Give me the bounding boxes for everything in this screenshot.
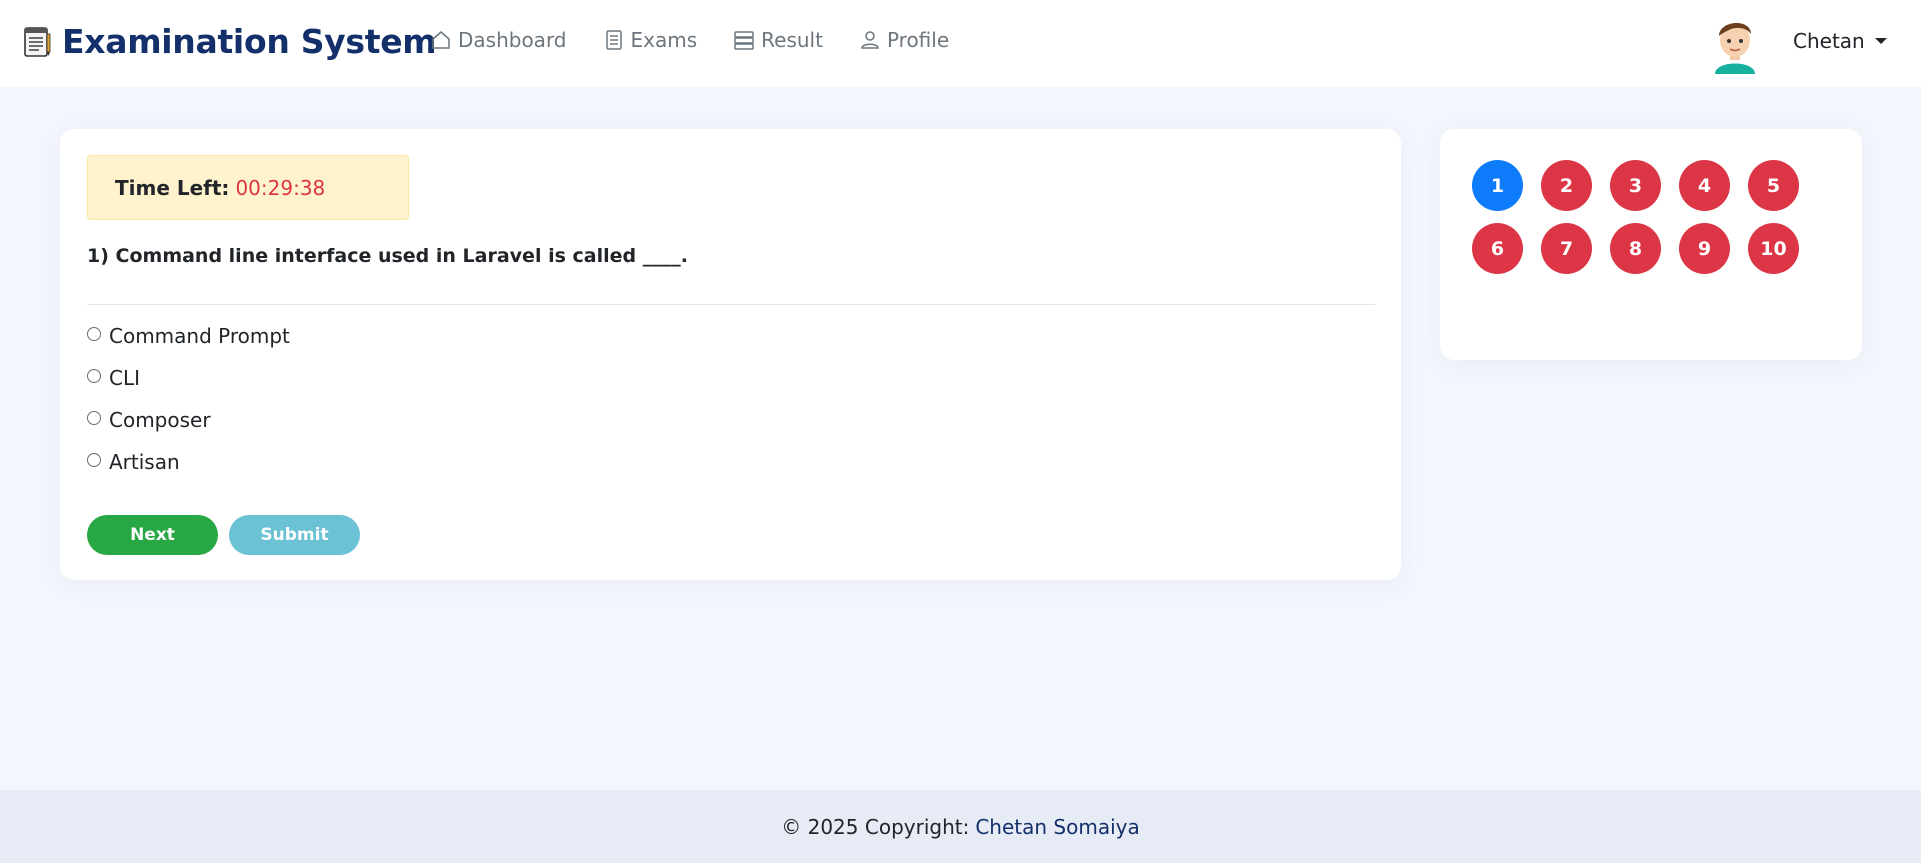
divider <box>87 304 1375 305</box>
user-dropdown[interactable]: Chetan <box>1793 29 1887 53</box>
option-command-prompt[interactable]: Command Prompt <box>87 315 290 357</box>
nav-item-profile[interactable]: Profile <box>859 28 949 52</box>
copyright-text: © 2025 Copyright: <box>781 814 970 839</box>
nav-item-label: Result <box>761 28 823 52</box>
nav-item-exams[interactable]: Exams <box>603 28 698 52</box>
question-number-button[interactable]: 3 <box>1610 160 1661 211</box>
nav-item-label: Profile <box>886 28 950 52</box>
option-label: CLI <box>109 366 141 390</box>
question-number-button[interactable]: 5 <box>1748 160 1799 211</box>
question-number-button[interactable]: 7 <box>1541 223 1592 274</box>
radio-button[interactable] <box>87 453 101 467</box>
question-number-button[interactable]: 1 <box>1472 160 1523 211</box>
brand-title: Examination System <box>62 22 437 61</box>
option-artisan[interactable]: Artisan <box>87 441 290 483</box>
top-navbar: Examination System Dashboard Exams Resul… <box>0 0 1921 87</box>
option-label: Command Prompt <box>109 324 290 348</box>
radio-button[interactable] <box>87 411 101 425</box>
answer-options: Command Prompt CLI Composer Artisan <box>87 315 290 483</box>
avatar[interactable] <box>1707 12 1763 74</box>
option-label: Composer <box>109 408 211 432</box>
question-navigator: 1 2 3 4 5 6 7 8 9 10 <box>1440 129 1862 360</box>
exam-notebook-icon <box>24 26 51 57</box>
question-card: Time Left: 00:29:38 1) Command line inte… <box>60 129 1401 580</box>
submit-button[interactable]: Submit <box>229 515 360 555</box>
document-list-icon <box>605 30 622 50</box>
timer-label: Time Left: <box>115 175 230 200</box>
user-name: Chetan <box>1793 29 1865 53</box>
caret-down-icon <box>1874 38 1887 44</box>
question-number-grid: 1 2 3 4 5 6 7 8 9 10 <box>1472 160 1799 274</box>
option-composer[interactable]: Composer <box>87 399 290 441</box>
nav-links: Dashboard Exams Result Profile <box>430 28 985 52</box>
question-number-button[interactable]: 8 <box>1610 223 1661 274</box>
brand[interactable]: Examination System <box>22 22 437 61</box>
timer-value: 00:29:38 <box>235 175 326 200</box>
footer: © 2025 Copyright: Chetan Somaiya <box>0 790 1921 863</box>
question-number-button[interactable]: 6 <box>1472 223 1523 274</box>
question-number-button[interactable]: 10 <box>1748 223 1799 274</box>
timer-alert: Time Left: 00:29:38 <box>87 155 409 220</box>
home-icon <box>432 31 450 49</box>
author-link[interactable]: Chetan Somaiya <box>975 815 1139 839</box>
question-text: 1) Command line interface used in Larave… <box>87 245 688 267</box>
server-list-icon <box>734 31 754 50</box>
radio-button[interactable] <box>87 369 101 383</box>
option-cli[interactable]: CLI <box>87 357 290 399</box>
nav-item-label: Exams <box>630 28 698 52</box>
question-number-button[interactable]: 9 <box>1679 223 1730 274</box>
question-number-button[interactable]: 2 <box>1541 160 1592 211</box>
nav-item-dashboard[interactable]: Dashboard <box>430 28 567 52</box>
next-button[interactable]: Next <box>87 515 218 555</box>
radio-button[interactable] <box>87 327 101 341</box>
question-number-button[interactable]: 4 <box>1679 160 1730 211</box>
option-label: Artisan <box>109 450 180 474</box>
person-icon <box>861 31 879 49</box>
nav-item-result[interactable]: Result <box>733 28 823 52</box>
nav-item-label: Dashboard <box>458 28 567 52</box>
